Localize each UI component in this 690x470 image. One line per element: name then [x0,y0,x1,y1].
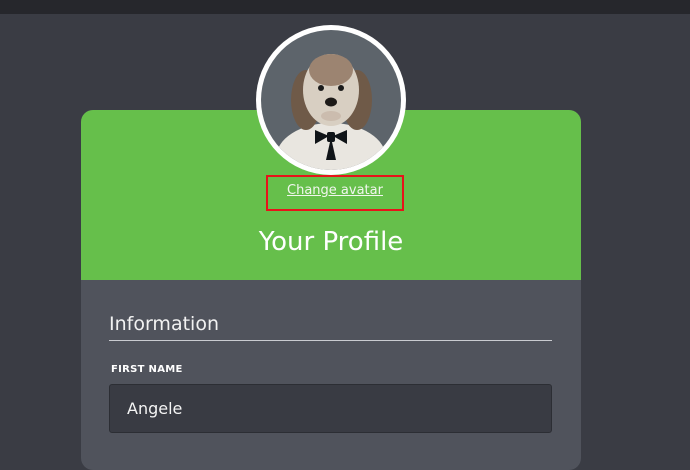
section-divider [109,340,552,341]
information-section-title: Information [109,313,219,335]
first-name-input[interactable] [109,384,552,433]
avatar [256,25,406,175]
change-avatar-link[interactable]: Change avatar [266,183,404,198]
dog-avatar-icon [261,30,401,170]
page-title: Your Profile [258,227,404,257]
first-name-label: FIRST NAME [111,364,183,375]
top-bar [0,0,690,14]
